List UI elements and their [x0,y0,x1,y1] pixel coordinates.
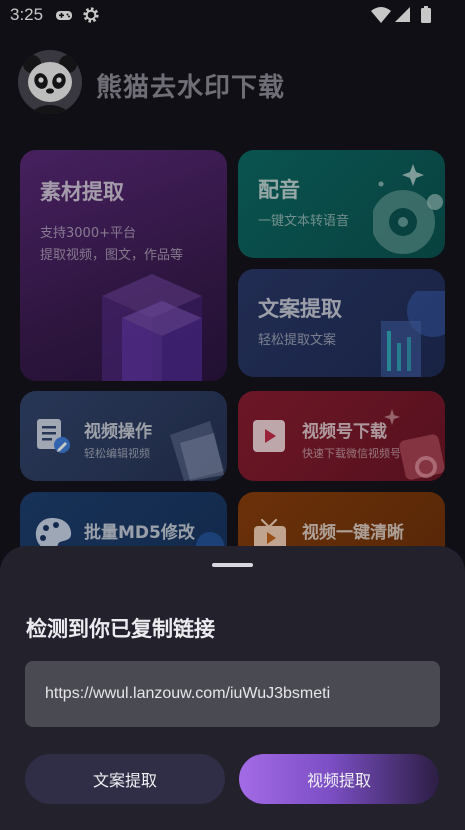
signal-icon [394,6,412,28]
sheet-drag-handle[interactable] [212,563,253,567]
camera-illustration [384,409,445,480]
card-copywriting-extract[interactable]: 文案提取 轻松提取文案 [238,269,445,377]
battery-icon [420,6,432,28]
app-title: 熊猫去水印下载 [96,73,286,103]
extract-copy-button[interactable]: 文案提取 [25,754,225,804]
sheet-title: 检测到你已复制链接 [26,617,215,641]
play-icon [253,420,285,452]
card-video-hd-title: 视频一键清晰 [302,523,404,543]
card-video-edit-subtitle: 轻松编辑视频 [84,447,150,460]
card-copy-title: 文案提取 [258,297,342,321]
extract-video-button[interactable]: 视频提取 [239,754,439,804]
card-material-extract[interactable]: 素材提取 支持3000+平台 提取视频，图文，作品等 [20,150,227,381]
card-material-subtitle-2: 提取视频，图文，作品等 [40,248,184,263]
card-video-edit[interactable]: 视频操作 轻松编辑视频 [20,391,227,481]
card-copy-subtitle: 轻松提取文案 [258,333,337,348]
card-video-edit-title: 视频操作 [84,422,152,442]
document-edit-icon [37,419,70,453]
status-bar: 3:25 [0,0,465,32]
cubes-illustration [102,274,202,381]
copied-link-field[interactable]: https://wwul.lanzouw.com/iuWuJ3bsmeti [25,661,440,727]
card-material-subtitle-1: 支持3000+平台 [40,226,136,241]
app-header: 熊猫去水印下载 [18,50,448,114]
status-time: 3:25 [10,5,44,24]
card-material-title: 素材提取 [40,180,124,204]
disc-illustration [373,164,443,254]
gamepad-icon [55,6,73,28]
gear-icon [82,6,100,28]
card-dub-title: 配音 [258,178,300,202]
card-dubbing[interactable]: 配音 一键文本转语音 [238,150,445,258]
panda-avatar[interactable] [18,50,82,114]
papers-illustration [170,421,224,481]
card-channel-download[interactable]: 视频号下载 快速下载微信视频号 [238,391,445,481]
card-md5-title: 批量MD5修改 [84,523,195,543]
document-chart-illustration [381,291,445,377]
link-detected-sheet: 检测到你已复制链接 https://wwul.lanzouw.com/iuWuJ… [0,546,465,830]
card-dub-subtitle: 一键文本转语音 [258,214,350,229]
card-channel-title: 视频号下载 [302,422,387,442]
wifi-icon [370,6,392,28]
